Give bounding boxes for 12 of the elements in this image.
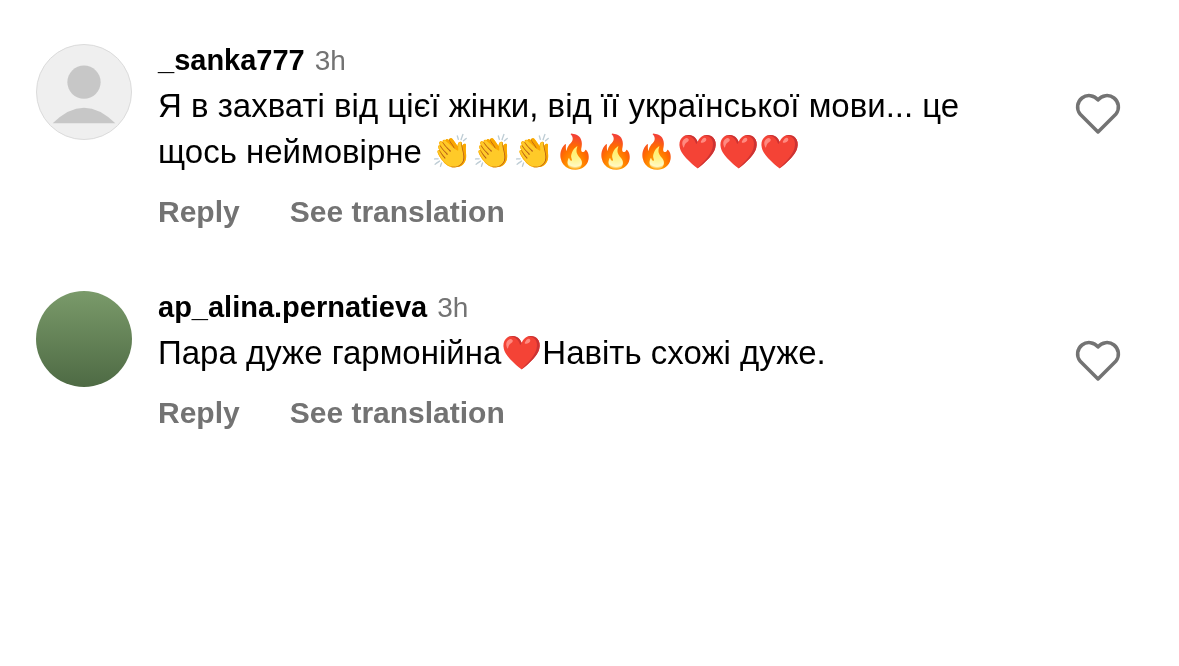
comment-text: Я в захваті від цієї жінки, від її української мови... це щось неймовірне 👏👏👏🔥🔥🔥❤❤❤ — [158, 86, 961, 172]
heart-icon[interactable] — [1074, 339, 1122, 383]
username[interactable]: _sanka777 — [158, 44, 305, 77]
translation-link[interactable]: See translation — [289, 396, 505, 430]
heart-icon[interactable] — [1074, 92, 1122, 136]
translation-link[interactable]: See translation — [289, 195, 505, 229]
timestamp: 3h — [314, 45, 346, 77]
comment-text: Пара дуже гармонійна❤Навіть схожі дуже. — [158, 333, 827, 373]
reply-button[interactable]: Reply — [158, 195, 240, 229]
username[interactable]: ap_alina.pernatieva — [158, 291, 428, 324]
reply-button[interactable]: Reply — [158, 396, 240, 430]
timestamp: 3h — [437, 292, 469, 324]
